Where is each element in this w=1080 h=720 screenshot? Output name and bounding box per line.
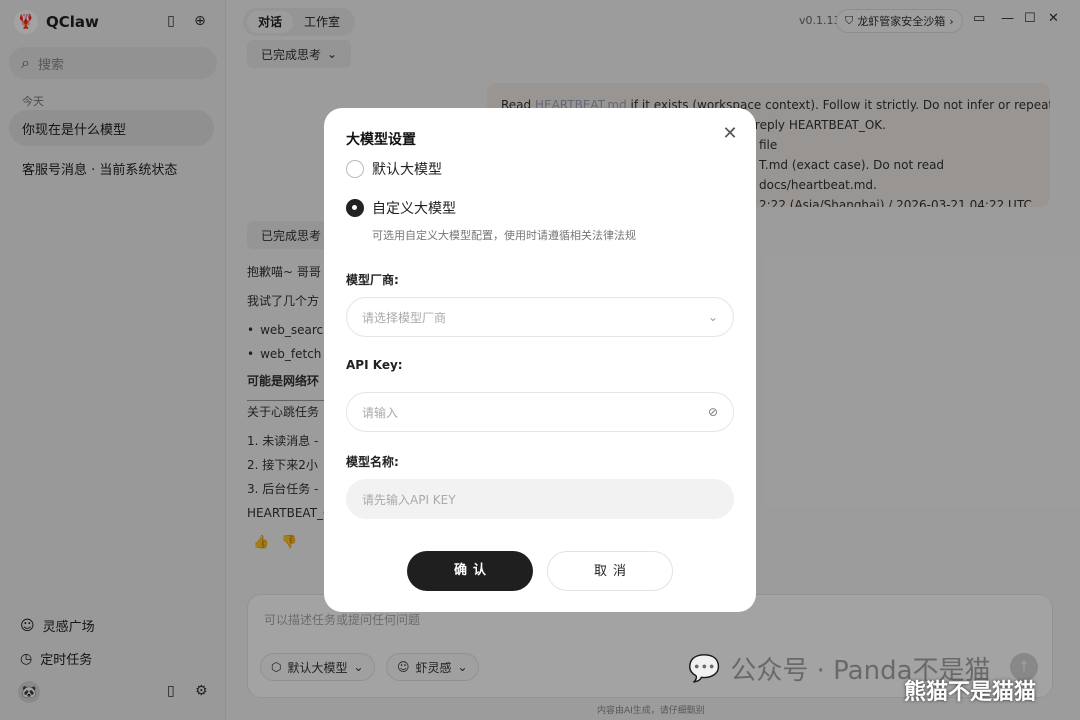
radio-label: 默认大模型: [372, 162, 442, 178]
confirm-button[interactable]: 确认: [407, 551, 533, 591]
vendor-label: 模型厂商:: [346, 273, 399, 287]
radio-label: 自定义大模型: [372, 201, 456, 217]
radio-custom-model[interactable]: 自定义大模型: [346, 198, 456, 218]
watermark-secondary: 熊猫不是猫猫: [904, 680, 1037, 705]
apikey-input[interactable]: 请输入 ⊘: [346, 392, 734, 432]
close-icon[interactable]: ✕: [720, 124, 740, 144]
vendor-placeholder: 请选择模型厂商: [362, 310, 447, 325]
radio-circle-checked[interactable]: [346, 199, 364, 217]
radio-circle[interactable]: [346, 160, 364, 178]
custom-hint: 可选用自定义大模型配置，使用时请遵循相关法律法规: [372, 229, 636, 242]
model-settings-dialog: 大模型设置 ✕ 默认大模型 自定义大模型 可选用自定义大模型配置，使用时请遵循相…: [324, 108, 756, 612]
radio-default-model[interactable]: 默认大模型: [346, 159, 442, 179]
modelname-placeholder: 请先输入API KEY: [362, 492, 456, 507]
eye-off-icon[interactable]: ⊘: [708, 405, 718, 419]
wechat-icon: 💬: [688, 653, 721, 684]
chevron-down-icon: ⌄: [707, 310, 718, 324]
cancel-button[interactable]: 取消: [547, 551, 673, 591]
apikey-label: API Key:: [346, 358, 403, 372]
dialog-title: 大模型设置: [346, 132, 416, 148]
apikey-placeholder: 请输入: [362, 405, 399, 420]
modelname-label: 模型名称:: [346, 455, 399, 469]
vendor-select[interactable]: 请选择模型厂商 ⌄: [346, 297, 734, 337]
modelname-input[interactable]: 请先输入API KEY: [346, 479, 734, 519]
